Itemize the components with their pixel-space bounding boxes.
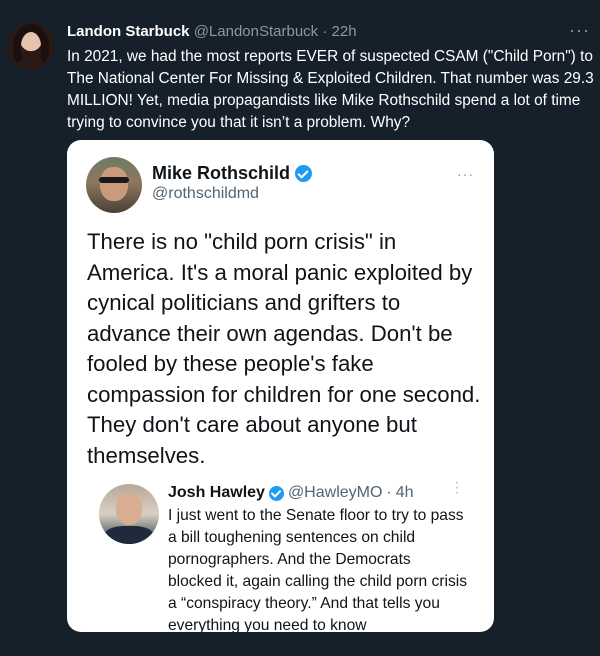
avatar-suit-shape (104, 526, 154, 544)
verified-badge-icon (268, 485, 284, 501)
quoted-author-handle: @HawleyMO (287, 484, 383, 501)
avatar-face-shape (116, 493, 142, 525)
avatar-hair-shape (13, 24, 49, 68)
author-handle[interactable]: @LandonStarbuck (194, 23, 318, 40)
card-author-name: Mike Rothschild (152, 163, 291, 183)
quoted-author-avatar (99, 484, 159, 544)
quoted-tweet-header: Josh Hawley @HawleyMO · 4h (168, 482, 414, 504)
quoted-tweet-time: 4h (395, 484, 414, 501)
embedded-screenshot-card[interactable]: Mike Rothschild @rothschildmd ··· There … (67, 140, 494, 632)
author-name[interactable]: Landon Starbuck (67, 23, 190, 40)
card-more-icon: ··· (457, 166, 474, 182)
card-author-handle: @rothschildmd (152, 185, 259, 202)
quoted-author-name: Josh Hawley (168, 484, 265, 501)
tweet-text: In 2021, we had the most reports EVER of… (67, 48, 594, 131)
quoted-tweet-text: I just went to the Senate floor to try t… (168, 507, 468, 632)
author-avatar[interactable] (7, 22, 55, 70)
tweet-header: Landon Starbuck @LandonStarbuck · 22h (67, 22, 590, 42)
quoted-more-icon: ⋮ (450, 479, 464, 495)
card-author-name-row: Mike Rothschild (152, 162, 313, 184)
more-options-icon[interactable]: ··· (569, 20, 590, 41)
card-tweet-text: There is no "child porn crisis" in Ameri… (87, 229, 481, 468)
avatar-glasses-shape (99, 177, 129, 183)
avatar-face-shape (100, 167, 128, 201)
quoted-time-separator: · (386, 484, 392, 501)
time-separator: · (322, 23, 328, 40)
card-author-avatar (86, 157, 142, 213)
tweet-time[interactable]: 22h (332, 23, 357, 40)
verified-badge-icon (295, 164, 313, 182)
